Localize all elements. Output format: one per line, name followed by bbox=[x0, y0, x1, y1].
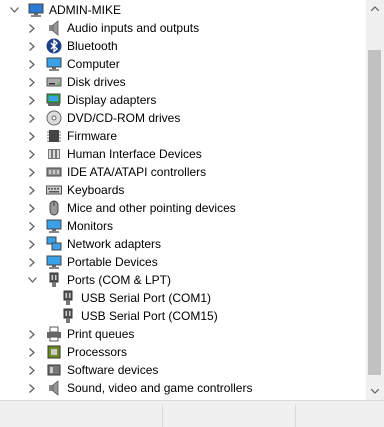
tree-node-label: Audio inputs and outputs bbox=[67, 21, 200, 35]
tree-node-label: Computer bbox=[67, 57, 120, 71]
chevron-right-icon[interactable] bbox=[26, 55, 38, 73]
tree-category-node[interactable]: Sound, video and game controllers bbox=[0, 379, 366, 397]
tree-node-label: Print queues bbox=[67, 327, 135, 341]
display-adapter-icon bbox=[46, 92, 62, 108]
chevron-down-icon[interactable] bbox=[8, 1, 20, 19]
port-icon bbox=[60, 308, 76, 324]
speaker-icon bbox=[46, 20, 62, 36]
chevron-down-icon[interactable] bbox=[26, 271, 38, 289]
portable-device-icon bbox=[46, 254, 62, 270]
port-icon bbox=[60, 290, 76, 306]
tree-node-label: IDE ATA/ATAPI controllers bbox=[67, 165, 207, 179]
chevron-right-icon[interactable] bbox=[26, 325, 38, 343]
chevron-right-icon[interactable] bbox=[26, 73, 38, 91]
scroll-down-button[interactable] bbox=[366, 383, 384, 400]
chevron-right-icon[interactable] bbox=[26, 91, 38, 109]
tree-category-node[interactable]: Ports (COM & LPT) bbox=[0, 271, 366, 289]
tree-category-node[interactable]: Bluetooth bbox=[0, 37, 366, 55]
ide-controller-icon bbox=[46, 164, 62, 180]
chevron-right-icon[interactable] bbox=[26, 253, 38, 271]
tree-category-node[interactable]: Processors bbox=[0, 343, 366, 361]
mouse-icon bbox=[46, 200, 62, 216]
tree-node-label: Keyboards bbox=[67, 183, 125, 197]
status-bar bbox=[0, 400, 384, 427]
chevron-right-icon[interactable] bbox=[26, 37, 38, 55]
device-tree[interactable]: ADMIN-MIKE Audio inputs and outputs Blueto… bbox=[0, 0, 366, 400]
tree-category-node[interactable]: Keyboards bbox=[0, 181, 366, 199]
vertical-scrollbar[interactable] bbox=[366, 0, 384, 400]
chevron-right-icon[interactable] bbox=[26, 145, 38, 163]
tree-device-node[interactable]: USB Serial Port (COM1) bbox=[0, 289, 366, 307]
keyboard-icon bbox=[46, 182, 62, 198]
hid-icon bbox=[46, 146, 62, 162]
tree-category-node[interactable]: Firmware bbox=[0, 127, 366, 145]
tree-node-label: DVD/CD-ROM drives bbox=[67, 111, 181, 125]
software-device-icon bbox=[46, 362, 62, 378]
chevron-right-icon[interactable] bbox=[26, 361, 38, 379]
tree-category-node[interactable]: Computer bbox=[0, 55, 366, 73]
tree-category-node[interactable]: Display adapters bbox=[0, 91, 366, 109]
tree-node-label: Portable Devices bbox=[67, 255, 158, 269]
monitor-icon bbox=[46, 218, 62, 234]
tree-category-node[interactable]: IDE ATA/ATAPI controllers bbox=[0, 163, 366, 181]
tree-node-label: USB Serial Port (COM1) bbox=[81, 291, 212, 305]
chevron-right-icon[interactable] bbox=[26, 379, 38, 397]
tree-category-node[interactable]: Print queues bbox=[0, 325, 366, 343]
tree-category-node[interactable]: Monitors bbox=[0, 217, 366, 235]
chevron-right-icon[interactable] bbox=[26, 109, 38, 127]
chevron-right-icon[interactable] bbox=[26, 343, 38, 361]
status-bar-divider bbox=[295, 405, 296, 427]
tree-category-node[interactable]: DVD/CD-ROM drives bbox=[0, 109, 366, 127]
tree-node-label: Monitors bbox=[67, 219, 114, 233]
dvd-drive-icon bbox=[46, 110, 62, 126]
scroll-up-button[interactable] bbox=[366, 0, 384, 17]
tree-node-label: Human Interface Devices bbox=[67, 147, 202, 161]
scroll-down-arrow-icon bbox=[371, 389, 379, 394]
tree-device-node[interactable]: USB Serial Port (COM15) bbox=[0, 307, 366, 325]
processor-icon bbox=[46, 344, 62, 360]
tree-node-label: Firmware bbox=[67, 129, 117, 143]
bluetooth-icon bbox=[46, 38, 62, 54]
monitor-icon bbox=[46, 56, 62, 72]
chevron-right-icon[interactable] bbox=[26, 127, 38, 145]
tree-root-node[interactable]: ADMIN-MIKE bbox=[0, 1, 366, 19]
scroll-up-arrow-icon bbox=[371, 6, 379, 11]
scrollbar-thumb[interactable] bbox=[368, 49, 381, 376]
network-icon bbox=[46, 236, 62, 252]
tree-node-label: Network adapters bbox=[67, 237, 162, 251]
tree-node-label: Disk drives bbox=[67, 75, 126, 89]
computer-root-icon bbox=[28, 2, 44, 18]
speaker-icon bbox=[46, 380, 62, 396]
chevron-right-icon[interactable] bbox=[26, 181, 38, 199]
status-bar-divider bbox=[162, 405, 163, 427]
tree-category-node[interactable]: Human Interface Devices bbox=[0, 145, 366, 163]
tree-node-label: ADMIN-MIKE bbox=[49, 3, 121, 17]
port-icon bbox=[46, 272, 62, 288]
tree-node-label: Mice and other pointing devices bbox=[67, 201, 236, 215]
chip-icon bbox=[46, 128, 62, 144]
chevron-right-icon[interactable] bbox=[26, 19, 38, 37]
chevron-right-icon[interactable] bbox=[26, 163, 38, 181]
tree-node-label: Processors bbox=[67, 345, 128, 359]
tree-node-label: Ports (COM & LPT) bbox=[67, 273, 172, 287]
tree-node-label: Bluetooth bbox=[67, 39, 118, 53]
tree-category-node[interactable]: Audio inputs and outputs bbox=[0, 19, 366, 37]
chevron-right-icon[interactable] bbox=[26, 199, 38, 217]
tree-node-label: Sound, video and game controllers bbox=[67, 381, 253, 395]
tree-category-node[interactable]: Network adapters bbox=[0, 235, 366, 253]
tree-node-label: USB Serial Port (COM15) bbox=[81, 309, 218, 323]
tree-category-node[interactable]: Disk drives bbox=[0, 73, 366, 91]
chevron-right-icon[interactable] bbox=[26, 235, 38, 253]
disk-drive-icon bbox=[46, 74, 62, 90]
tree-node-label: Display adapters bbox=[67, 93, 157, 107]
tree-category-node[interactable]: Software devices bbox=[0, 361, 366, 379]
printer-icon bbox=[46, 326, 62, 342]
tree-category-node[interactable]: Portable Devices bbox=[0, 253, 366, 271]
tree-category-node[interactable]: Mice and other pointing devices bbox=[0, 199, 366, 217]
tree-node-label: Software devices bbox=[67, 363, 159, 377]
chevron-right-icon[interactable] bbox=[26, 217, 38, 235]
